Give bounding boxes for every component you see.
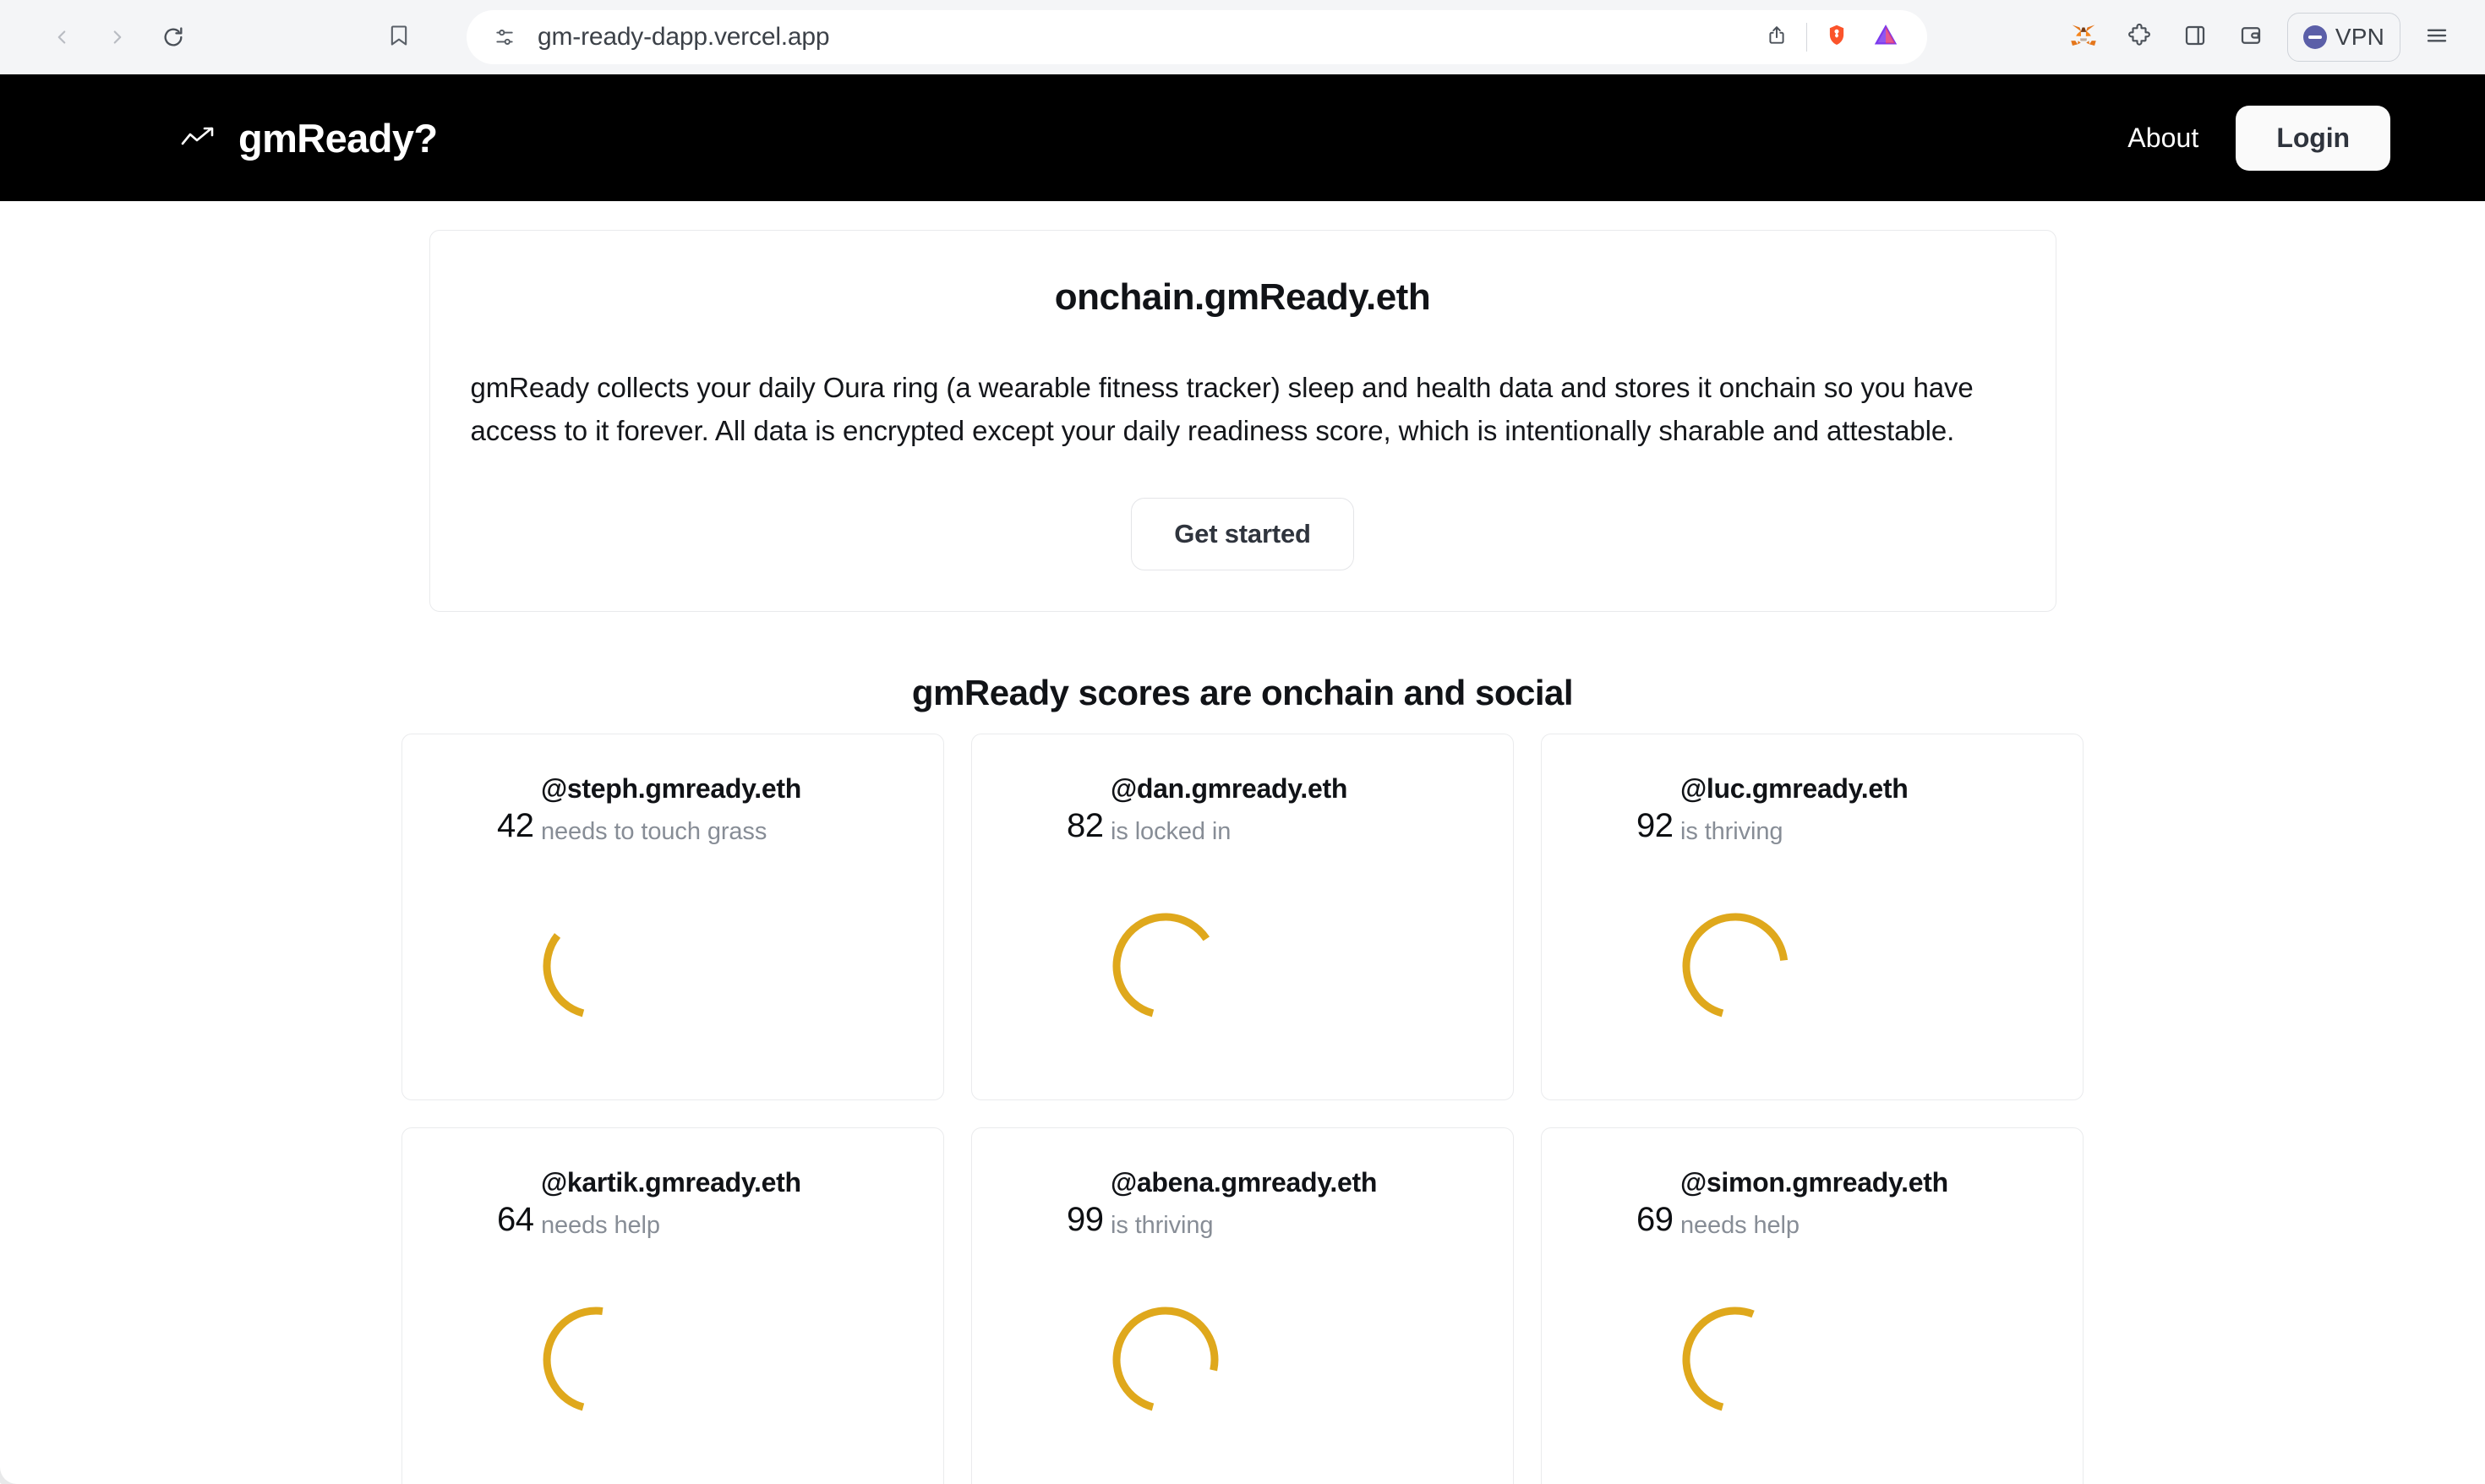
trending-up-arrow-icon <box>181 125 216 150</box>
nav-link-about[interactable]: About <box>2127 123 2198 154</box>
readiness-gauge <box>1084 1282 1303 1451</box>
gauge-score-value: 42 <box>497 807 534 845</box>
readiness-gauge <box>514 1282 734 1451</box>
score-card[interactable]: @abena.gmready.eth is thriving 99 <box>971 1127 1514 1484</box>
hero-cta-wrap: Get started <box>469 498 2017 571</box>
share-icon <box>1766 25 1788 51</box>
browser-nav-buttons <box>0 11 199 63</box>
page-content: onchain.gmReady.eth gmReady collects you… <box>0 201 2485 1484</box>
readiness-gauge <box>1653 888 1873 1057</box>
card-status: needs to touch grass <box>541 818 767 846</box>
get-started-button[interactable]: Get started <box>1131 498 1354 571</box>
score-card[interactable]: @simon.gmready.eth needs help 69 <box>1541 1127 2084 1484</box>
browser-toolbar: gm-ready-dapp.vercel.app VPN <box>0 0 2485 74</box>
vpn-button[interactable]: VPN <box>2286 13 2400 62</box>
page-title: onchain.gmReady.eth <box>1054 276 1431 318</box>
score-card-grid: @steph.gmready.eth needs to touch grass … <box>401 734 2084 1484</box>
browser-extensions-area: VPN <box>2057 0 2463 74</box>
wallet-button[interactable] <box>2225 11 2277 63</box>
score-card[interactable]: @kartik.gmready.eth needs help 64 <box>401 1127 944 1484</box>
card-status: is thriving <box>1111 1212 1214 1240</box>
score-card[interactable]: @dan.gmready.eth is locked in 82 <box>971 734 1514 1101</box>
share-button[interactable] <box>1752 13 1801 62</box>
card-handle: @luc.gmready.eth <box>1680 773 1909 805</box>
card-status: is thriving <box>1680 818 1783 846</box>
card-handle: @steph.gmready.eth <box>541 773 801 805</box>
score-card[interactable]: @luc.gmready.eth is thriving 92 <box>1541 734 2084 1101</box>
card-handle: @dan.gmready.eth <box>1111 773 1348 805</box>
readiness-gauge <box>514 888 734 1057</box>
brave-rewards-triangle-icon <box>1873 23 1898 52</box>
brave-shields-lion-icon <box>1824 23 1849 52</box>
hamburger-menu-icon <box>2424 23 2450 52</box>
site-settings-sliders-icon[interactable] <box>494 26 516 48</box>
brave-rewards-button[interactable] <box>1861 13 1910 62</box>
scores-section-heading: gmReady scores are onchain and social <box>911 673 1574 713</box>
score-card[interactable]: @steph.gmready.eth needs to touch grass … <box>401 734 944 1101</box>
gauge-score-value: 82 <box>1067 807 1104 845</box>
back-button[interactable] <box>36 11 88 63</box>
chevron-right-icon <box>106 26 128 48</box>
extensions-puzzle-icon <box>2127 23 2152 52</box>
brave-shields-button[interactable] <box>1812 13 1861 62</box>
brand-logo[interactable]: gmReady? <box>181 115 438 161</box>
card-status: is locked in <box>1111 818 1232 846</box>
card-status: needs help <box>541 1212 660 1240</box>
extensions-button[interactable] <box>2113 11 2166 63</box>
card-handle: @abena.gmready.eth <box>1111 1167 1378 1198</box>
gauge-score-value: 92 <box>1636 807 1674 845</box>
gauge-score-value: 99 <box>1067 1201 1104 1239</box>
reload-icon <box>161 25 185 49</box>
url-text: gm-ready-dapp.vercel.app <box>538 23 830 51</box>
site-header: gmReady? About Login <box>0 74 2485 201</box>
vpn-label: VPN <box>2335 24 2384 50</box>
metamask-fox-icon <box>2069 21 2098 54</box>
chevron-left-icon <box>51 26 73 48</box>
login-button[interactable]: Login <box>2236 105 2390 171</box>
reload-button[interactable] <box>147 11 199 63</box>
card-handle: @simon.gmready.eth <box>1680 1167 1948 1198</box>
sidebar-button[interactable] <box>2169 11 2221 63</box>
gauge-score-value: 69 <box>1636 1201 1674 1239</box>
header-nav: About Login <box>2127 105 2390 171</box>
address-bar[interactable]: gm-ready-dapp.vercel.app <box>467 10 1927 64</box>
readiness-gauge <box>1653 1282 1873 1451</box>
toolbar-divider <box>1806 23 1807 52</box>
brave-wallet-icon <box>2238 23 2264 52</box>
brand-name: gmReady? <box>238 115 438 161</box>
bookmark-button[interactable] <box>373 11 425 63</box>
browser-menu-button[interactable] <box>2411 11 2463 63</box>
hero-description: gmReady collects your daily Oura ring (a… <box>470 372 1974 447</box>
card-status: needs help <box>1680 1212 1800 1240</box>
address-bar-actions <box>1752 13 1910 62</box>
card-handle: @kartik.gmready.eth <box>541 1167 801 1198</box>
sidebar-panel-icon <box>2182 23 2208 52</box>
readiness-gauge <box>1084 888 1303 1057</box>
gauge-score-value: 64 <box>497 1201 534 1239</box>
bookmark-icon <box>387 24 411 52</box>
hero-card: onchain.gmReady.eth gmReady collects you… <box>429 230 2056 613</box>
metamask-button[interactable] <box>2057 11 2110 63</box>
forward-button[interactable] <box>91 11 144 63</box>
vpn-status-icon <box>2302 25 2327 49</box>
